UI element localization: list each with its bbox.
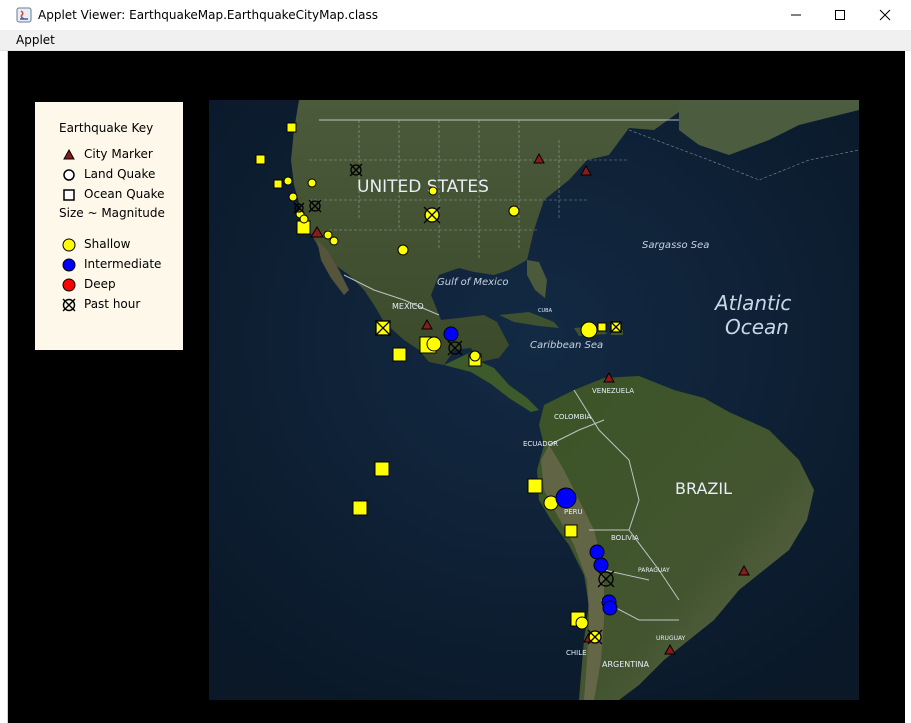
key-row-land-quake: Land Quake xyxy=(35,165,183,183)
past-hour-marker[interactable] xyxy=(610,321,622,333)
key-label-intermediate: Intermediate xyxy=(84,257,162,271)
city-marker[interactable] xyxy=(603,371,615,383)
past-hour-marker[interactable] xyxy=(349,163,363,177)
applet-canvas[interactable]: UNITED STATES MEXICO Gulf of Mexico Sarg… xyxy=(8,51,911,723)
key-label-shallow: Shallow xyxy=(84,237,131,251)
city-marker[interactable] xyxy=(664,643,676,655)
land-quake-marker[interactable] xyxy=(299,214,309,224)
maximize-icon xyxy=(835,10,845,20)
ocean-quake-marker[interactable] xyxy=(597,322,607,332)
intermediate-icon xyxy=(62,258,76,272)
land-quake-marker[interactable] xyxy=(426,336,442,352)
ocean-quake-marker[interactable] xyxy=(352,500,368,516)
key-size-label: Size ~ Magnitude xyxy=(59,206,165,220)
past-hour-marker[interactable] xyxy=(293,202,305,214)
key-row-ocean-quake: Ocean Quake xyxy=(35,185,183,203)
land-quake-marker[interactable] xyxy=(428,186,438,196)
land-quake-marker[interactable] xyxy=(288,192,298,202)
past-hour-icon xyxy=(62,298,76,312)
java-applet-icon xyxy=(16,7,32,23)
ocean-quake-marker[interactable] xyxy=(564,524,578,538)
key-label-land-quake: Land Quake xyxy=(84,167,156,181)
city-marker[interactable] xyxy=(421,318,433,330)
close-button[interactable] xyxy=(862,0,908,30)
city-marker[interactable] xyxy=(738,564,750,576)
ocean-quake-marker[interactable] xyxy=(255,154,266,165)
intermediate-quake-marker[interactable] xyxy=(443,326,459,342)
minimize-icon xyxy=(791,14,801,16)
land-quake-marker[interactable] xyxy=(508,205,520,217)
key-row-past-hour: Past hour xyxy=(35,295,183,313)
land-quake-marker[interactable] xyxy=(575,616,589,630)
land-quake-icon xyxy=(63,169,75,181)
past-hour-marker[interactable] xyxy=(597,570,615,588)
intermediate-quake-marker[interactable] xyxy=(602,600,618,616)
left-window-edge xyxy=(0,51,8,723)
deep-icon xyxy=(62,278,76,292)
shallow-icon xyxy=(62,238,76,252)
city-marker[interactable] xyxy=(533,152,545,164)
city-marker[interactable] xyxy=(310,226,324,238)
maximize-button[interactable] xyxy=(817,0,863,30)
city-marker[interactable] xyxy=(580,164,592,176)
past-hour-marker[interactable] xyxy=(308,199,322,213)
ocean-quake-marker[interactable] xyxy=(374,461,390,477)
key-label-past-hour: Past hour xyxy=(84,297,141,311)
earthquake-key: Earthquake Key City Marker Land Quake Oc… xyxy=(35,102,183,350)
past-hour-marker[interactable] xyxy=(447,340,463,356)
window-title: Applet Viewer: EarthquakeMap.EarthquakeC… xyxy=(38,8,379,22)
key-title: Earthquake Key xyxy=(59,121,154,135)
ocean-quake-marker[interactable] xyxy=(392,347,407,362)
key-row-shallow: Shallow xyxy=(35,235,183,253)
ocean-quake-marker[interactable] xyxy=(273,179,283,189)
past-hour-marker[interactable] xyxy=(375,320,391,336)
close-icon xyxy=(879,9,891,21)
minimize-button[interactable] xyxy=(773,0,819,30)
right-window-edge xyxy=(905,51,911,723)
key-label-deep: Deep xyxy=(84,277,116,291)
intermediate-quake-marker[interactable] xyxy=(589,544,605,560)
past-hour-marker[interactable] xyxy=(423,206,441,224)
menu-bar: Applet xyxy=(0,30,911,51)
ocean-quake-icon xyxy=(63,189,75,201)
land-quake-marker[interactable] xyxy=(329,236,339,246)
key-row-intermediate: Intermediate xyxy=(35,255,183,273)
land-quake-marker[interactable] xyxy=(397,244,409,256)
menu-applet[interactable]: Applet xyxy=(16,33,55,47)
land-quake-marker[interactable] xyxy=(469,350,481,362)
intermediate-quake-marker[interactable] xyxy=(593,557,609,573)
city-marker-icon xyxy=(63,148,75,160)
ocean-quake-marker[interactable] xyxy=(286,122,297,133)
ocean-quake-marker[interactable] xyxy=(527,478,543,494)
land-quake-marker[interactable] xyxy=(283,176,293,186)
land-quake-marker[interactable] xyxy=(323,230,333,240)
key-label-ocean-quake: Ocean Quake xyxy=(84,187,165,201)
key-label-city-marker: City Marker xyxy=(84,147,153,161)
land-quake-marker[interactable] xyxy=(580,321,598,339)
key-row-deep: Deep xyxy=(35,275,183,293)
intermediate-quake-marker[interactable] xyxy=(555,487,577,509)
key-row-city-marker: City Marker xyxy=(35,145,183,163)
land-quake-marker[interactable] xyxy=(307,178,317,188)
past-hour-marker[interactable] xyxy=(587,629,603,645)
